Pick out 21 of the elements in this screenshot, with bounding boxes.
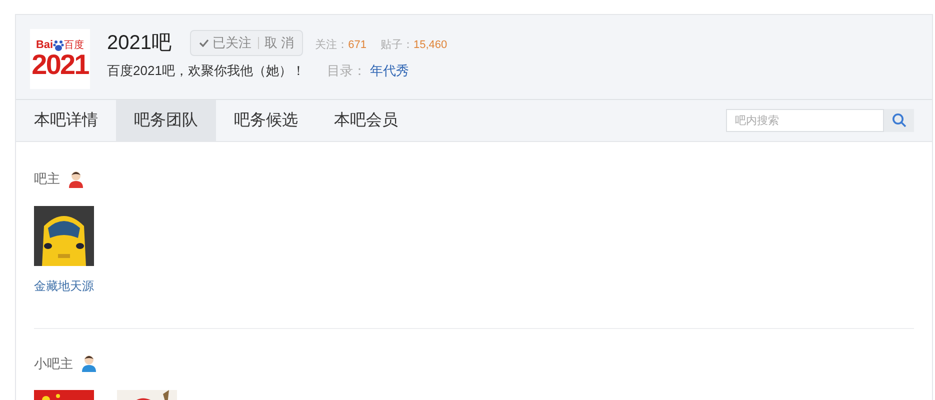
tab[interactable]: 吧务候选 xyxy=(216,100,316,141)
logo-text: 百度 xyxy=(64,40,84,50)
logo-year: 2021 xyxy=(32,50,88,78)
paw-icon xyxy=(53,40,64,50)
search-button[interactable] xyxy=(884,109,914,132)
section-title: 小吧主 xyxy=(34,354,73,372)
tab[interactable]: 本吧会员 xyxy=(316,100,416,141)
catalog-label: 目录： xyxy=(326,62,366,80)
forum-title: 2021吧 xyxy=(107,31,172,56)
catalog-link[interactable]: 年代秀 xyxy=(370,61,409,80)
member-name[interactable]: 金藏地天源 xyxy=(34,276,94,294)
tab[interactable]: 本吧详情 xyxy=(16,100,116,141)
stat-text: 关注：671 xyxy=(315,38,366,53)
section-title: 吧主 xyxy=(34,170,60,188)
forum-slogan: 百度2021吧，欢聚你我他（她）！ xyxy=(107,62,305,80)
tab[interactable]: 吧务团队 xyxy=(116,100,216,141)
check-icon xyxy=(198,39,208,47)
search-field[interactable]: 吧内搜索 xyxy=(726,109,884,132)
search-icon xyxy=(892,113,906,128)
logo-text: Bai xyxy=(36,40,54,50)
stat-text: 贴子：15,460 xyxy=(380,38,448,53)
